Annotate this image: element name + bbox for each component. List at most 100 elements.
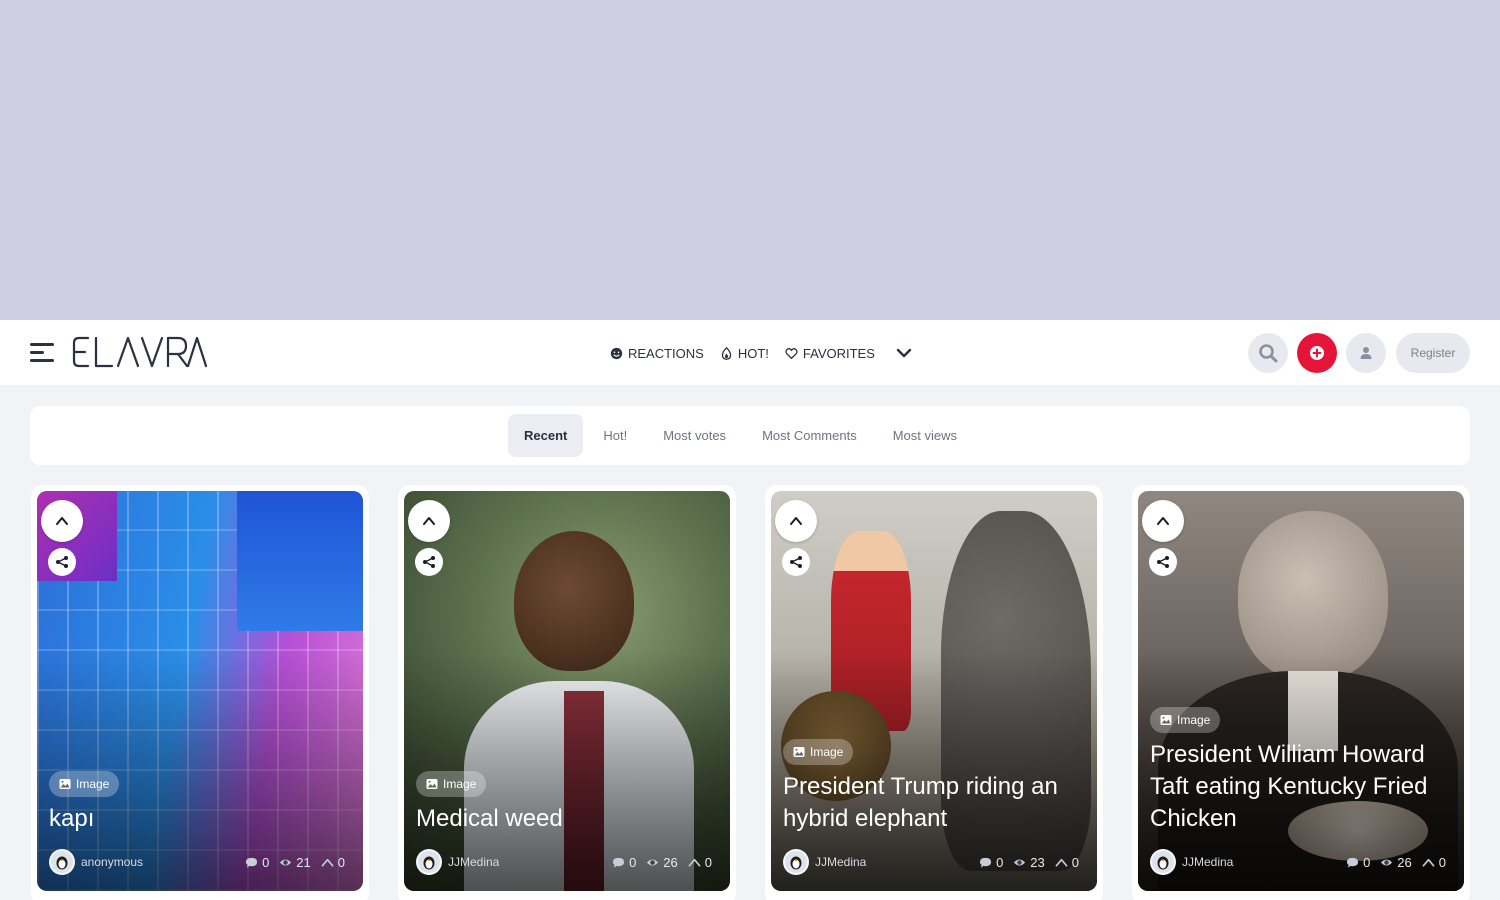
nav-hot-label: HOT! bbox=[737, 345, 769, 361]
sort-tabs: Recent Hot! Most votes Most Comments Mos… bbox=[508, 414, 977, 457]
chevron-down-icon[interactable] bbox=[895, 344, 913, 362]
penguin-icon bbox=[1157, 856, 1169, 870]
author-name[interactable]: anonymous bbox=[81, 855, 143, 869]
image-icon bbox=[1160, 715, 1172, 725]
post-stats: 0 26 0 bbox=[612, 855, 712, 870]
create-post-button[interactable] bbox=[1297, 333, 1337, 373]
chevron-up-icon bbox=[56, 517, 68, 525]
post-title[interactable]: Medical weed bbox=[416, 803, 716, 835]
comments-count: 0 bbox=[979, 855, 1003, 870]
media-type-label: Image bbox=[1177, 713, 1211, 727]
menu-icon[interactable] bbox=[30, 343, 54, 363]
votes-count: 0 bbox=[1422, 855, 1446, 870]
media-type-badge[interactable]: Image bbox=[1150, 707, 1221, 733]
comments-count: 0 bbox=[1346, 855, 1370, 870]
smiley-icon bbox=[610, 347, 623, 359]
post-meta: JJMedina 0 26 0 bbox=[416, 849, 712, 875]
nav-reactions-label: REACTIONS bbox=[628, 345, 704, 361]
post-meta: JJMedina 0 26 0 bbox=[1150, 849, 1446, 875]
eye-icon bbox=[280, 858, 292, 866]
post-title[interactable]: President William Howard Taft eating Ken… bbox=[1150, 739, 1450, 835]
chevron-up-icon bbox=[790, 517, 802, 525]
user-icon bbox=[1360, 347, 1372, 359]
media-type-badge[interactable]: Image bbox=[783, 739, 854, 765]
avatar[interactable] bbox=[416, 849, 442, 875]
comment-icon bbox=[245, 857, 258, 868]
share-icon bbox=[56, 556, 68, 568]
share-icon bbox=[423, 556, 435, 568]
main-nav: REACTIONS HOT! FAVORITES bbox=[610, 340, 913, 366]
tab-most-comments[interactable]: Most Comments bbox=[746, 414, 873, 457]
post-title[interactable]: kapı bbox=[49, 803, 349, 835]
post-stats: 0 21 0 bbox=[245, 855, 345, 870]
post-image[interactable]: Image President William Howard Taft eati… bbox=[1138, 491, 1464, 891]
nav-hot[interactable]: HOT! bbox=[720, 346, 769, 361]
media-type-badge[interactable]: Image bbox=[49, 771, 120, 797]
views-count: 26 bbox=[1380, 855, 1412, 870]
upvote-button[interactable] bbox=[408, 500, 450, 542]
media-type-badge[interactable]: Image bbox=[416, 771, 487, 797]
author-name[interactable]: JJMedina bbox=[815, 855, 866, 869]
share-button[interactable] bbox=[782, 548, 810, 576]
chevron-up-icon bbox=[688, 858, 701, 867]
comments-count: 0 bbox=[612, 855, 636, 870]
share-button[interactable] bbox=[1149, 548, 1177, 576]
share-button[interactable] bbox=[415, 548, 443, 576]
ad-banner-area bbox=[0, 0, 1500, 320]
votes-count: 0 bbox=[1055, 855, 1079, 870]
penguin-icon bbox=[790, 856, 802, 870]
avatar[interactable] bbox=[1150, 849, 1176, 875]
site-header: REACTIONS HOT! FAVORITES Register bbox=[0, 320, 1500, 385]
upvote-button[interactable] bbox=[775, 500, 817, 542]
image-icon bbox=[426, 779, 438, 789]
nav-favorites-label: FAVORITES bbox=[802, 345, 875, 361]
post-image[interactable]: Image President Trump riding an hybrid e… bbox=[771, 491, 1097, 891]
avatar[interactable] bbox=[49, 849, 75, 875]
post-meta: JJMedina 0 23 0 bbox=[783, 849, 1079, 875]
comments-count: 0 bbox=[245, 855, 269, 870]
search-icon bbox=[1259, 344, 1278, 363]
post-card: Image President Trump riding an hybrid e… bbox=[765, 485, 1103, 900]
site-logo[interactable] bbox=[72, 334, 208, 370]
comment-icon bbox=[612, 857, 625, 868]
register-button[interactable]: Register bbox=[1396, 333, 1470, 373]
nav-reactions[interactable]: REACTIONS bbox=[610, 346, 704, 361]
chevron-up-icon bbox=[321, 858, 334, 867]
tab-most-views[interactable]: Most views bbox=[877, 414, 973, 457]
views-count: 26 bbox=[646, 855, 678, 870]
share-icon bbox=[1157, 556, 1169, 568]
eye-icon bbox=[647, 858, 659, 866]
post-stats: 0 23 0 bbox=[979, 855, 1079, 870]
plus-circle-icon bbox=[1310, 346, 1324, 360]
eye-icon bbox=[1014, 858, 1026, 866]
author-name[interactable]: JJMedina bbox=[448, 855, 499, 869]
sort-tabs-bar: Recent Hot! Most votes Most Comments Mos… bbox=[30, 406, 1470, 465]
post-image[interactable]: Image kapı anonymous 0 21 0 bbox=[37, 491, 363, 891]
user-button[interactable] bbox=[1346, 333, 1386, 373]
search-button[interactable] bbox=[1248, 333, 1288, 373]
post-card: Image kapı anonymous 0 21 0 bbox=[31, 485, 369, 900]
views-count: 21 bbox=[279, 855, 311, 870]
post-card: Image President William Howard Taft eati… bbox=[1132, 485, 1470, 900]
views-count: 23 bbox=[1013, 855, 1045, 870]
post-meta: anonymous 0 21 0 bbox=[49, 849, 345, 875]
chevron-up-icon bbox=[1055, 858, 1068, 867]
post-card: Image Medical weed JJMedina 0 26 0 bbox=[398, 485, 736, 900]
post-title[interactable]: President Trump riding an hybrid elephan… bbox=[783, 771, 1083, 835]
share-button[interactable] bbox=[48, 548, 76, 576]
heart-icon bbox=[785, 347, 798, 359]
post-image[interactable]: Image Medical weed JJMedina 0 26 0 bbox=[404, 491, 730, 891]
eye-icon bbox=[1381, 858, 1393, 866]
comment-icon bbox=[1346, 857, 1359, 868]
tab-hot[interactable]: Hot! bbox=[587, 414, 643, 457]
image-icon bbox=[793, 747, 805, 757]
media-type-label: Image bbox=[810, 745, 844, 759]
upvote-button[interactable] bbox=[1142, 500, 1184, 542]
tab-most-votes[interactable]: Most votes bbox=[647, 414, 742, 457]
votes-count: 0 bbox=[688, 855, 712, 870]
avatar[interactable] bbox=[783, 849, 809, 875]
author-name[interactable]: JJMedina bbox=[1182, 855, 1233, 869]
nav-favorites[interactable]: FAVORITES bbox=[785, 346, 875, 361]
tab-recent[interactable]: Recent bbox=[508, 414, 584, 457]
upvote-button[interactable] bbox=[41, 500, 83, 542]
